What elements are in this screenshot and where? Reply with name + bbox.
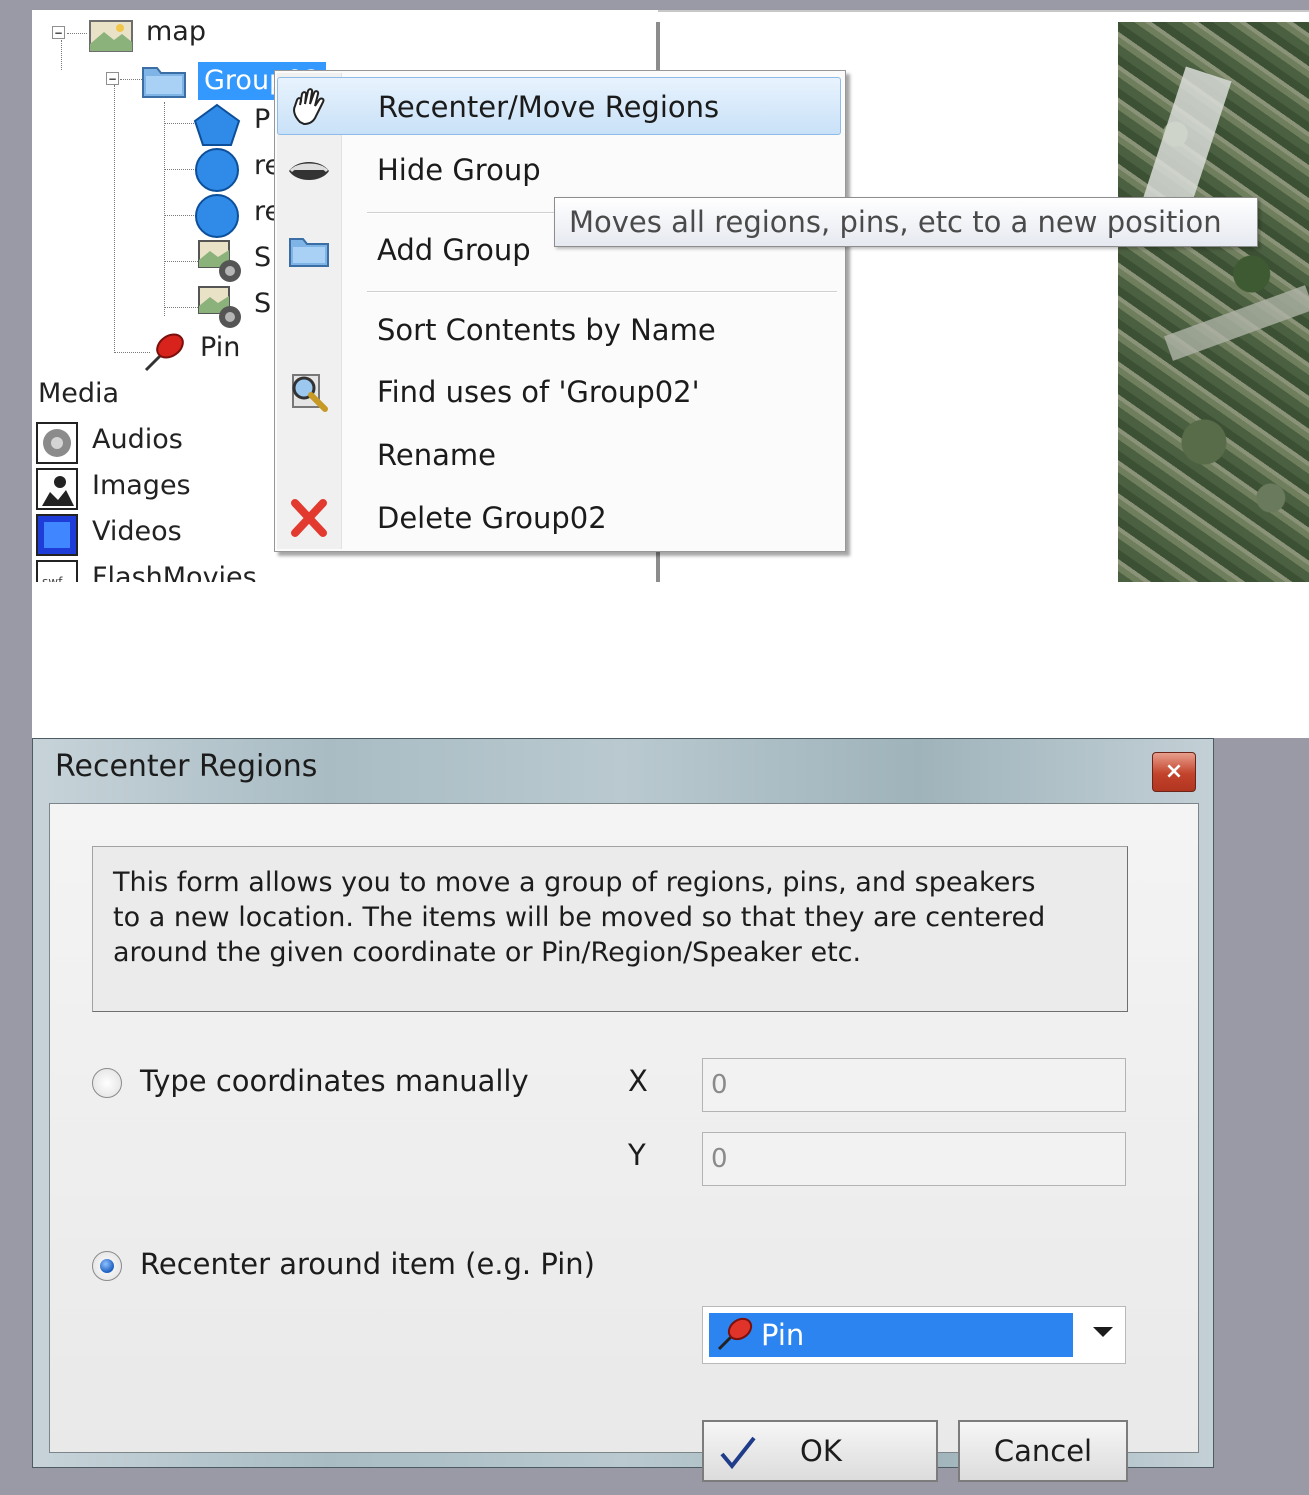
blank-area: [32, 582, 1309, 738]
collapse-toggle[interactable]: −: [52, 26, 65, 39]
map-image-icon: [88, 18, 134, 54]
magnifier-icon: [287, 371, 331, 413]
image-icon: [36, 468, 78, 510]
menu-item-sort-contents[interactable]: Sort Contents by Name: [277, 301, 841, 359]
item-dropdown-text: Pin: [761, 1318, 805, 1352]
hide-eye-icon: [287, 149, 331, 191]
menu-item-label: Find uses of 'Group02': [377, 375, 700, 409]
collapse-toggle[interactable]: −: [106, 72, 119, 85]
red-x-icon: [287, 497, 331, 539]
menu-item-rename[interactable]: Rename: [277, 426, 841, 484]
label-type-coordinates: Type coordinates manually: [140, 1064, 529, 1098]
chevron-down-icon[interactable]: [1093, 1327, 1113, 1337]
folder-icon: [140, 60, 188, 100]
tree-connector: [61, 40, 62, 70]
folder-icon: [287, 229, 331, 271]
menu-separator: [367, 291, 837, 293]
menu-item-label: Sort Contents by Name: [377, 313, 716, 347]
menu-item-label: Rename: [377, 438, 496, 472]
y-coordinate-input[interactable]: 0: [702, 1132, 1126, 1186]
item-dropdown[interactable]: Pin: [702, 1306, 1126, 1364]
item-dropdown-value: Pin: [709, 1313, 1073, 1357]
menu-item-label: Delete Group02: [377, 501, 607, 535]
media-item-audios[interactable]: Audios: [92, 424, 183, 455]
radio-selected-dot: [100, 1259, 114, 1273]
label-recenter-around-item: Recenter around item (e.g. Pin): [140, 1247, 595, 1281]
speaker-map-icon: [196, 284, 244, 330]
tree-connector: [114, 85, 115, 353]
tooltip: Moves all regions, pins, etc to a new po…: [554, 197, 1258, 247]
media-item-flash[interactable]: FlashMovies: [92, 562, 257, 582]
ok-button-label: OK: [800, 1434, 842, 1468]
tree-connector: [120, 79, 142, 80]
close-button[interactable]: ×: [1152, 752, 1196, 792]
label-y: Y: [628, 1138, 646, 1172]
tree-connector: [164, 102, 165, 316]
tree-node-child[interactable]: P: [254, 104, 270, 135]
menu-item-label: Add Group: [377, 233, 531, 267]
pin-icon: [715, 1317, 755, 1353]
label-x: X: [628, 1064, 648, 1098]
polygon-region-icon: [192, 102, 242, 148]
tree-node-pin[interactable]: Pin: [200, 332, 240, 363]
media-item-images[interactable]: Images: [92, 470, 191, 501]
tree-node-child[interactable]: S: [254, 242, 271, 273]
video-icon: [36, 514, 78, 556]
dialog-title: Recenter Regions: [55, 749, 318, 784]
dialog-body: This form allows you to move a group of …: [49, 803, 1199, 1482]
svg-text:swf: swf: [42, 575, 63, 582]
pin-icon: [142, 332, 188, 372]
context-menu: Recenter/Move Regions Hide Group Add Gro…: [274, 70, 846, 552]
menu-item-label: Recenter/Move Regions: [378, 90, 720, 124]
circle-region-icon: [192, 193, 242, 239]
menu-item-recenter-move-regions[interactable]: Recenter/Move Regions: [277, 77, 841, 135]
audio-icon: [36, 422, 78, 464]
hand-icon: [288, 86, 332, 128]
ok-button[interactable]: OK: [702, 1420, 938, 1482]
menu-item-label: Hide Group: [377, 153, 541, 187]
app-window-snippet: − map − Group02 P re re S S Pin Media Au…: [32, 10, 1309, 582]
media-header: Media: [38, 378, 120, 409]
circle-region-icon: [192, 147, 242, 193]
menu-item-find-uses[interactable]: Find uses of 'Group02': [277, 363, 841, 421]
tree-node-child[interactable]: S: [254, 288, 271, 319]
radio-type-coordinates[interactable]: [92, 1068, 122, 1098]
cancel-button[interactable]: Cancel: [958, 1420, 1128, 1482]
checkmark-icon: [718, 1424, 758, 1495]
radio-recenter-around-item[interactable]: [92, 1251, 122, 1281]
recenter-regions-dialog: Recenter Regions × This form allows you …: [32, 738, 1214, 1482]
menu-item-delete-group[interactable]: Delete Group02: [277, 489, 841, 547]
media-item-videos[interactable]: Videos: [92, 516, 182, 547]
speaker-map-icon: [196, 238, 244, 284]
x-coordinate-input[interactable]: 0: [702, 1058, 1126, 1112]
tree-node-map[interactable]: map: [146, 16, 206, 47]
tree-connector: [164, 307, 198, 308]
menu-item-hide-group[interactable]: Hide Group: [277, 141, 841, 199]
flash-icon: swf: [36, 560, 78, 582]
description-box: This form allows you to move a group of …: [92, 846, 1128, 1012]
tree-connector: [164, 261, 198, 262]
tree-connector: [67, 33, 87, 34]
